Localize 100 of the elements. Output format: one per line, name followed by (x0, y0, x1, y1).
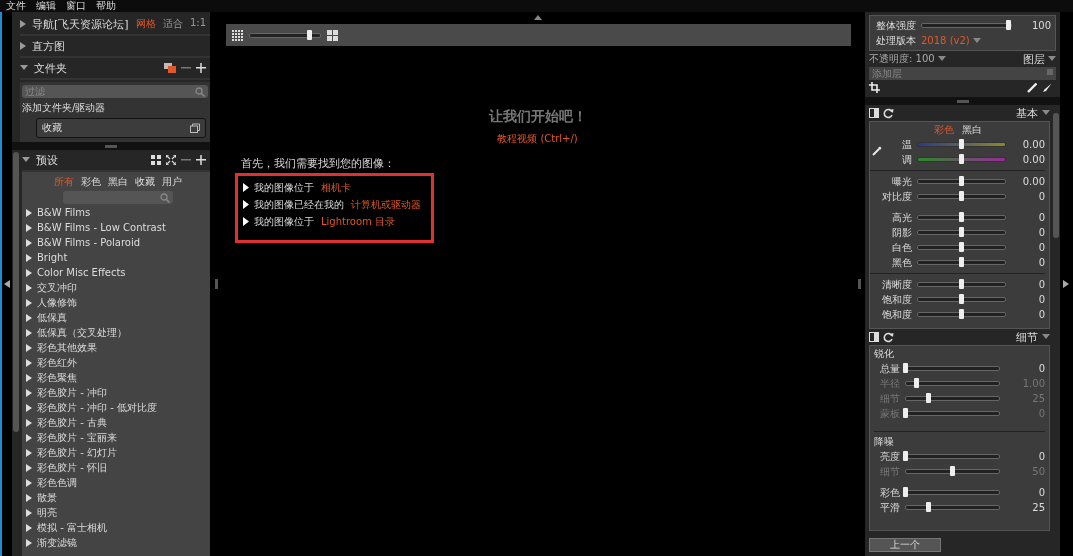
panel-title[interactable]: 预设 (36, 152, 58, 168)
option-link[interactable]: Lightroom 目录 (321, 214, 395, 229)
slider[interactable] (917, 245, 1006, 250)
slider-thumb[interactable] (903, 451, 908, 461)
menu-item[interactable]: 编辑 (36, 0, 56, 12)
panel-title[interactable]: 文件夹 (34, 60, 67, 76)
preset-group[interactable]: 散景 (37, 490, 57, 505)
preset-group[interactable]: 彩色胶片 - 古典 (37, 415, 107, 430)
menu-item[interactable]: 帮助 (96, 0, 116, 12)
preset-group[interactable]: B&W Films (37, 207, 91, 218)
eyedropper-icon[interactable] (872, 146, 882, 156)
slider-thumb[interactable] (958, 139, 964, 149)
slider-thumb[interactable] (903, 363, 908, 373)
preset-tab[interactable]: 用户 (162, 175, 182, 189)
panel-grip[interactable] (857, 279, 861, 289)
zoom-mode-tab[interactable]: 1:1 (189, 17, 206, 31)
favorites-item[interactable]: 收藏 (36, 118, 206, 138)
small-grid-icon[interactable] (232, 29, 243, 41)
compare-icon[interactable] (869, 332, 879, 342)
slider[interactable] (905, 366, 1000, 371)
preset-group[interactable]: 低保真（交叉处理） (37, 325, 127, 340)
collapse-arrow-icon[interactable] (22, 156, 30, 164)
preset-group[interactable]: 彩色胶片 - 冲印 (37, 385, 107, 400)
slider[interactable] (921, 23, 1012, 28)
resize-handle[interactable] (956, 99, 969, 103)
slider-thumb[interactable] (958, 227, 964, 237)
preset-group[interactable]: Color Misc Effects (37, 267, 126, 278)
preset-group[interactable]: 明亮 (37, 505, 57, 520)
slider-thumb[interactable] (958, 279, 964, 289)
slider[interactable] (917, 179, 1006, 184)
scrollbar-thumb[interactable] (13, 152, 19, 432)
plus-icon[interactable] (196, 63, 206, 73)
slider[interactable] (905, 411, 1000, 416)
slider[interactable] (917, 194, 1006, 199)
reset-icon[interactable] (883, 107, 894, 119)
panel-title[interactable]: 导航[飞天资源论坛] (32, 16, 129, 32)
dropdown-caret-icon[interactable] (972, 36, 981, 45)
dropdown-caret-icon[interactable] (937, 55, 946, 63)
preset-group[interactable]: 彩色色调 (37, 475, 77, 490)
expand-arrow-icon[interactable] (20, 20, 26, 28)
collapse-arrow-icon[interactable] (20, 64, 28, 72)
expand-arrow-icon[interactable] (20, 42, 26, 50)
add-folder-link[interactable]: 添加文件夹/驱动器 (22, 101, 208, 115)
large-grid-icon[interactable] (327, 29, 338, 41)
panel-menu[interactable]: 基本 (1016, 105, 1050, 121)
preset-group[interactable]: 模拟 - 富士相机 (37, 520, 107, 535)
slider-thumb[interactable] (958, 242, 964, 252)
previous-button[interactable]: 上一个 (869, 538, 941, 552)
zoom-mode-tab[interactable]: 网格 (135, 17, 156, 31)
option-link[interactable]: 计算机或驱动器 (351, 197, 421, 212)
plus-icon[interactable] (196, 155, 206, 165)
layers-menu[interactable]: 图层 (1023, 51, 1056, 67)
slider-thumb[interactable] (1006, 20, 1012, 30)
preset-group[interactable]: 彩色胶片 - 怀旧 (37, 460, 107, 475)
preset-tab[interactable]: 黑白 (108, 175, 128, 189)
slider-thumb[interactable] (958, 176, 964, 186)
grid-view-icon[interactable] (151, 155, 161, 165)
slider[interactable] (917, 142, 1006, 147)
slider[interactable] (917, 312, 1006, 317)
crop-icon[interactable] (869, 82, 880, 93)
slider[interactable] (917, 230, 1006, 235)
slider[interactable] (905, 469, 1000, 474)
menu-item[interactable]: 窗口 (66, 0, 86, 12)
preset-tab[interactable]: 彩色 (81, 175, 101, 189)
tutorial-link[interactable]: 教程视频 (Ctrl+/) (497, 132, 578, 146)
option-link[interactable]: 相机卡 (321, 180, 351, 195)
preset-group[interactable]: 人像修饰 (37, 295, 77, 310)
slider-thumb[interactable] (903, 487, 908, 497)
panel-grip[interactable] (214, 279, 218, 289)
preset-group[interactable]: 交叉冲印 (37, 280, 77, 295)
collapse-right-icon[interactable] (1063, 280, 1069, 288)
slider[interactable] (905, 490, 1000, 495)
slider-thumb[interactable] (958, 294, 964, 304)
zoom-mode-tab[interactable]: 适合 (162, 17, 183, 31)
preset-group[interactable]: 彩色红外 (37, 355, 77, 370)
brush-icon[interactable] (1042, 82, 1052, 93)
scrollbar-thumb[interactable] (1053, 113, 1059, 238)
slider[interactable] (917, 297, 1006, 302)
preset-group[interactable]: 彩色其他效果 (37, 340, 97, 355)
search-field[interactable] (63, 191, 173, 204)
collapse-up-icon[interactable] (533, 14, 542, 22)
dropdown-caret-icon[interactable] (1048, 55, 1056, 63)
preset-group[interactable]: 彩色胶片 - 幻灯片 (37, 445, 117, 460)
preset-group[interactable]: 彩色胶片 - 宝丽来 (37, 430, 117, 445)
slider[interactable] (917, 157, 1006, 162)
collapse-left-icon[interactable] (4, 280, 10, 288)
folders-icon[interactable] (164, 63, 176, 73)
pen-icon[interactable] (1027, 82, 1037, 93)
slider-thumb[interactable] (958, 212, 964, 222)
slider-thumb[interactable] (306, 29, 312, 40)
slider-thumb[interactable] (958, 154, 964, 164)
preset-group[interactable]: Bright (37, 252, 68, 263)
slider[interactable] (905, 505, 1000, 510)
panel-menu[interactable]: 细节 (1016, 329, 1050, 345)
panel-title[interactable]: 直方图 (32, 38, 65, 54)
reset-icon[interactable] (883, 331, 894, 343)
preset-group[interactable]: 渐变滤镜 (37, 535, 77, 550)
compare-icon[interactable] (869, 108, 879, 118)
preset-group[interactable]: 彩色聚焦 (37, 370, 77, 385)
slider[interactable] (917, 260, 1006, 265)
